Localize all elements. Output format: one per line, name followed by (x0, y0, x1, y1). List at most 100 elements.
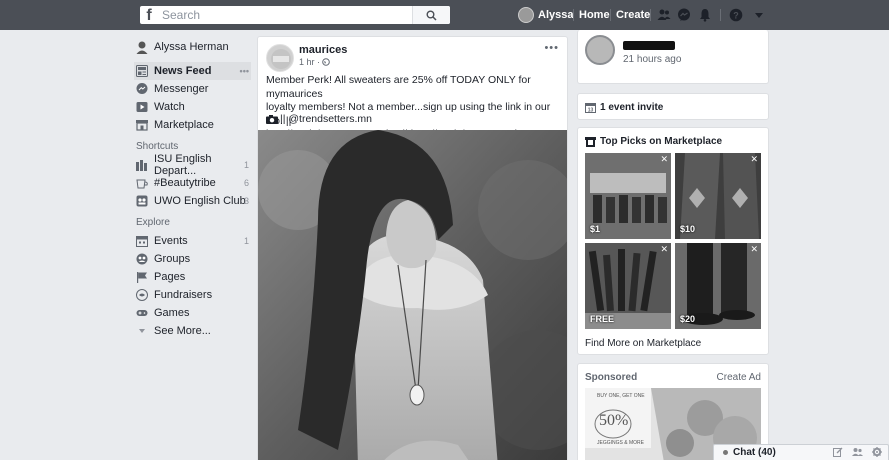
sidebar-item-isu-english-depart[interactable]: ISU English Depart... 1 (136, 153, 251, 177)
svg-text:?: ? (733, 11, 739, 21)
camera-emoji-icon (266, 114, 278, 124)
post-time-text: 1 hr · (299, 57, 321, 67)
account-menu-dropdown-icon[interactable] (752, 8, 766, 22)
chevron-down-icon (136, 325, 148, 337)
messenger-icon (136, 83, 148, 95)
post-timestamp[interactable]: 1 hr · (299, 57, 330, 67)
nav-divider (573, 9, 574, 21)
friend-requests-icon[interactable] (657, 8, 671, 22)
story-time: 21 hours ago (623, 54, 682, 65)
create-link[interactable]: Create (616, 9, 650, 21)
online-status-dot (723, 450, 728, 455)
sidebar-item-options[interactable]: ••• (240, 66, 249, 76)
new-group-icon[interactable] (852, 447, 863, 457)
post-photo[interactable] (258, 130, 568, 460)
sidebar-item-count: 6 (243, 178, 249, 188)
sidebar-item-events[interactable]: Events 1 (136, 232, 251, 250)
flag-icon (136, 271, 148, 283)
feed-post: maurices 1 hr · ••• Member Perk! All swe… (257, 36, 568, 460)
sidebar-item-label: Events (154, 235, 188, 247)
sidebar-item-label: Pages (154, 271, 186, 283)
marketplace-item[interactable]: $10 ✕ (675, 153, 761, 239)
nav-divider (720, 9, 721, 21)
event-invite-link[interactable]: 13 1 event invite (585, 102, 663, 113)
group-icon (136, 195, 148, 207)
top-navigation-bar: f Alyssa Home Create ? (0, 0, 889, 30)
globe-icon (322, 58, 330, 66)
sidebar-item-label: Fundraisers (154, 289, 213, 301)
sidebar-item-beautytribe[interactable]: #Beautytribe 6 (136, 174, 251, 192)
sidebar-item-label: Marketplace (154, 119, 214, 131)
see-more-label: See More... (154, 325, 211, 337)
sidebar-item-marketplace[interactable]: Marketplace (136, 116, 251, 134)
sidebar-item-label: #Beautytribe (154, 177, 216, 189)
sidebar-item-pages[interactable]: Pages (136, 268, 251, 286)
gear-icon[interactable] (872, 447, 882, 457)
marketplace-title: Top Picks on Marketplace (585, 136, 722, 147)
search-input[interactable] (156, 6, 450, 24)
notifications-bell-icon[interactable] (698, 8, 712, 22)
find-more-link[interactable]: Find More on Marketplace (585, 338, 701, 349)
post-author-avatar[interactable] (266, 44, 294, 72)
ad-text-top: BUY ONE, GET ONE (597, 393, 645, 399)
sidebar-item-watch[interactable]: Watch (136, 98, 251, 116)
marketplace-item[interactable]: $1 ✕ (585, 153, 671, 239)
sidebar-item-label: UWO English Club (154, 195, 246, 207)
chat-label[interactable]: Chat (40) (723, 447, 776, 458)
messenger-icon[interactable] (677, 8, 691, 22)
marketplace-item[interactable]: FREE ✕ (585, 243, 671, 329)
story-card[interactable]: 21 hours ago (577, 30, 769, 84)
item-price: $20 (680, 314, 696, 324)
avatar (518, 7, 534, 23)
help-icon[interactable]: ? (729, 8, 743, 22)
new-message-icon[interactable] (833, 447, 843, 457)
sidebar-item-label: Messenger (154, 83, 209, 95)
sidebar-item-fundraisers[interactable]: Fundraisers (136, 286, 251, 304)
sidebar-item-news-feed[interactable]: News Feed ••• (134, 62, 251, 80)
close-icon[interactable]: ✕ (750, 154, 758, 165)
create-ad-link[interactable]: Create Ad (717, 372, 761, 383)
close-icon[interactable]: ✕ (750, 244, 758, 255)
sidebar-item-messenger[interactable]: Messenger (136, 80, 251, 98)
avatar (136, 41, 148, 54)
sidebar-item-label: Groups (154, 253, 191, 265)
sidebar-profile-name: Alyssa Herman (154, 41, 229, 53)
sidebar-item-count: 3 (243, 196, 249, 206)
item-price: $10 (680, 224, 696, 234)
news-feed-icon (136, 65, 148, 77)
sponsored-heading: Sponsored (585, 372, 638, 383)
marketplace-card: Top Picks on Marketplace $1 ✕ $10 ✕ FREE… (577, 127, 769, 355)
sidebar-item-games[interactable]: Games (136, 304, 251, 322)
sidebar-item-count: 1 (243, 236, 249, 246)
ad-text-bottom: JEGGINGS & MORE (597, 440, 644, 446)
post-tag-text[interactable]: || @trendsetters.mn (280, 113, 372, 125)
home-link[interactable]: Home (579, 9, 610, 21)
sidebar-item-uwo-english-club[interactable]: UWO English Club 3 (136, 192, 251, 210)
sidebar-item-groups[interactable]: Groups (136, 250, 251, 268)
shortcuts-heading: Shortcuts (136, 141, 179, 152)
sidebar-item-label: Watch (154, 101, 185, 113)
post-text-line: Member Perk! All sweaters are 25% off TO… (266, 74, 531, 100)
event-invite-card[interactable]: 13 1 event invite (577, 93, 769, 120)
item-price: $1 (590, 224, 601, 234)
calendar-icon: 13 (585, 103, 596, 114)
marketplace-icon (136, 119, 148, 131)
close-icon[interactable]: ✕ (660, 244, 668, 255)
nav-divider (650, 9, 651, 21)
fundraisers-icon (136, 289, 148, 301)
sidebar-profile[interactable]: Alyssa Herman (136, 38, 251, 56)
see-more-link[interactable]: See More... (136, 322, 251, 340)
redacted-name-bar (623, 41, 675, 50)
post-options-button[interactable]: ••• (544, 42, 559, 54)
marketplace-item[interactable]: $20 ✕ (675, 243, 761, 329)
event-invite-text: 1 event invite (600, 102, 664, 113)
post-author-name[interactable]: maurices (299, 44, 347, 56)
search-icon (426, 10, 437, 21)
close-icon[interactable]: ✕ (660, 154, 668, 165)
profile-link[interactable]: Alyssa (518, 7, 573, 23)
story-avatar[interactable] (585, 35, 615, 65)
svg-text:13: 13 (588, 108, 594, 114)
search-button[interactable] (412, 6, 450, 24)
watch-icon (136, 101, 148, 113)
chat-bar[interactable]: Chat (40) (713, 444, 889, 460)
